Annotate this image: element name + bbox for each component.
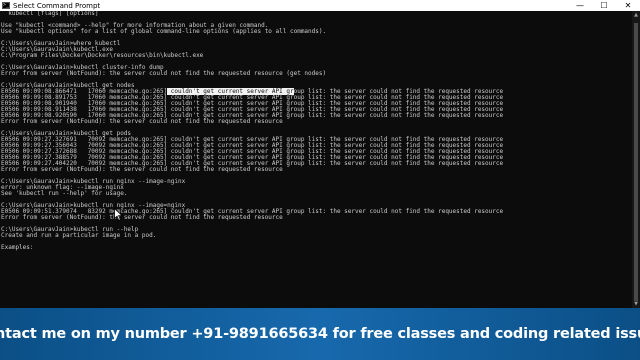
maximize-button[interactable]: ☐	[592, 0, 616, 11]
scroll-up-arrow-icon[interactable]: ▲	[632, 11, 640, 19]
console-output[interactable]: kubectl [flags] [options] Use "kubectl <c…	[0, 11, 632, 308]
vertical-scrollbar[interactable]: ▲ ▼	[632, 11, 640, 308]
cmd-icon: >_	[2, 2, 10, 9]
window-title: Select Command Prompt	[13, 1, 101, 10]
close-button[interactable]: ✕	[616, 0, 640, 11]
scroll-down-arrow-icon[interactable]: ▼	[632, 300, 640, 308]
contact-banner: Contact me on my number +91-9891665634 f…	[0, 308, 640, 360]
banner-text: Contact me on my number +91-9891665634 f…	[0, 326, 640, 342]
console-line: Examples:	[1, 244, 34, 251]
mouse-cursor-icon	[114, 208, 123, 221]
scrollbar-thumb[interactable]	[634, 23, 638, 301]
title-bar[interactable]: >_ Select Command Prompt — ☐ ✕	[0, 0, 640, 11]
minimize-button[interactable]: —	[568, 0, 592, 11]
window-controls: — ☐ ✕	[568, 0, 640, 11]
